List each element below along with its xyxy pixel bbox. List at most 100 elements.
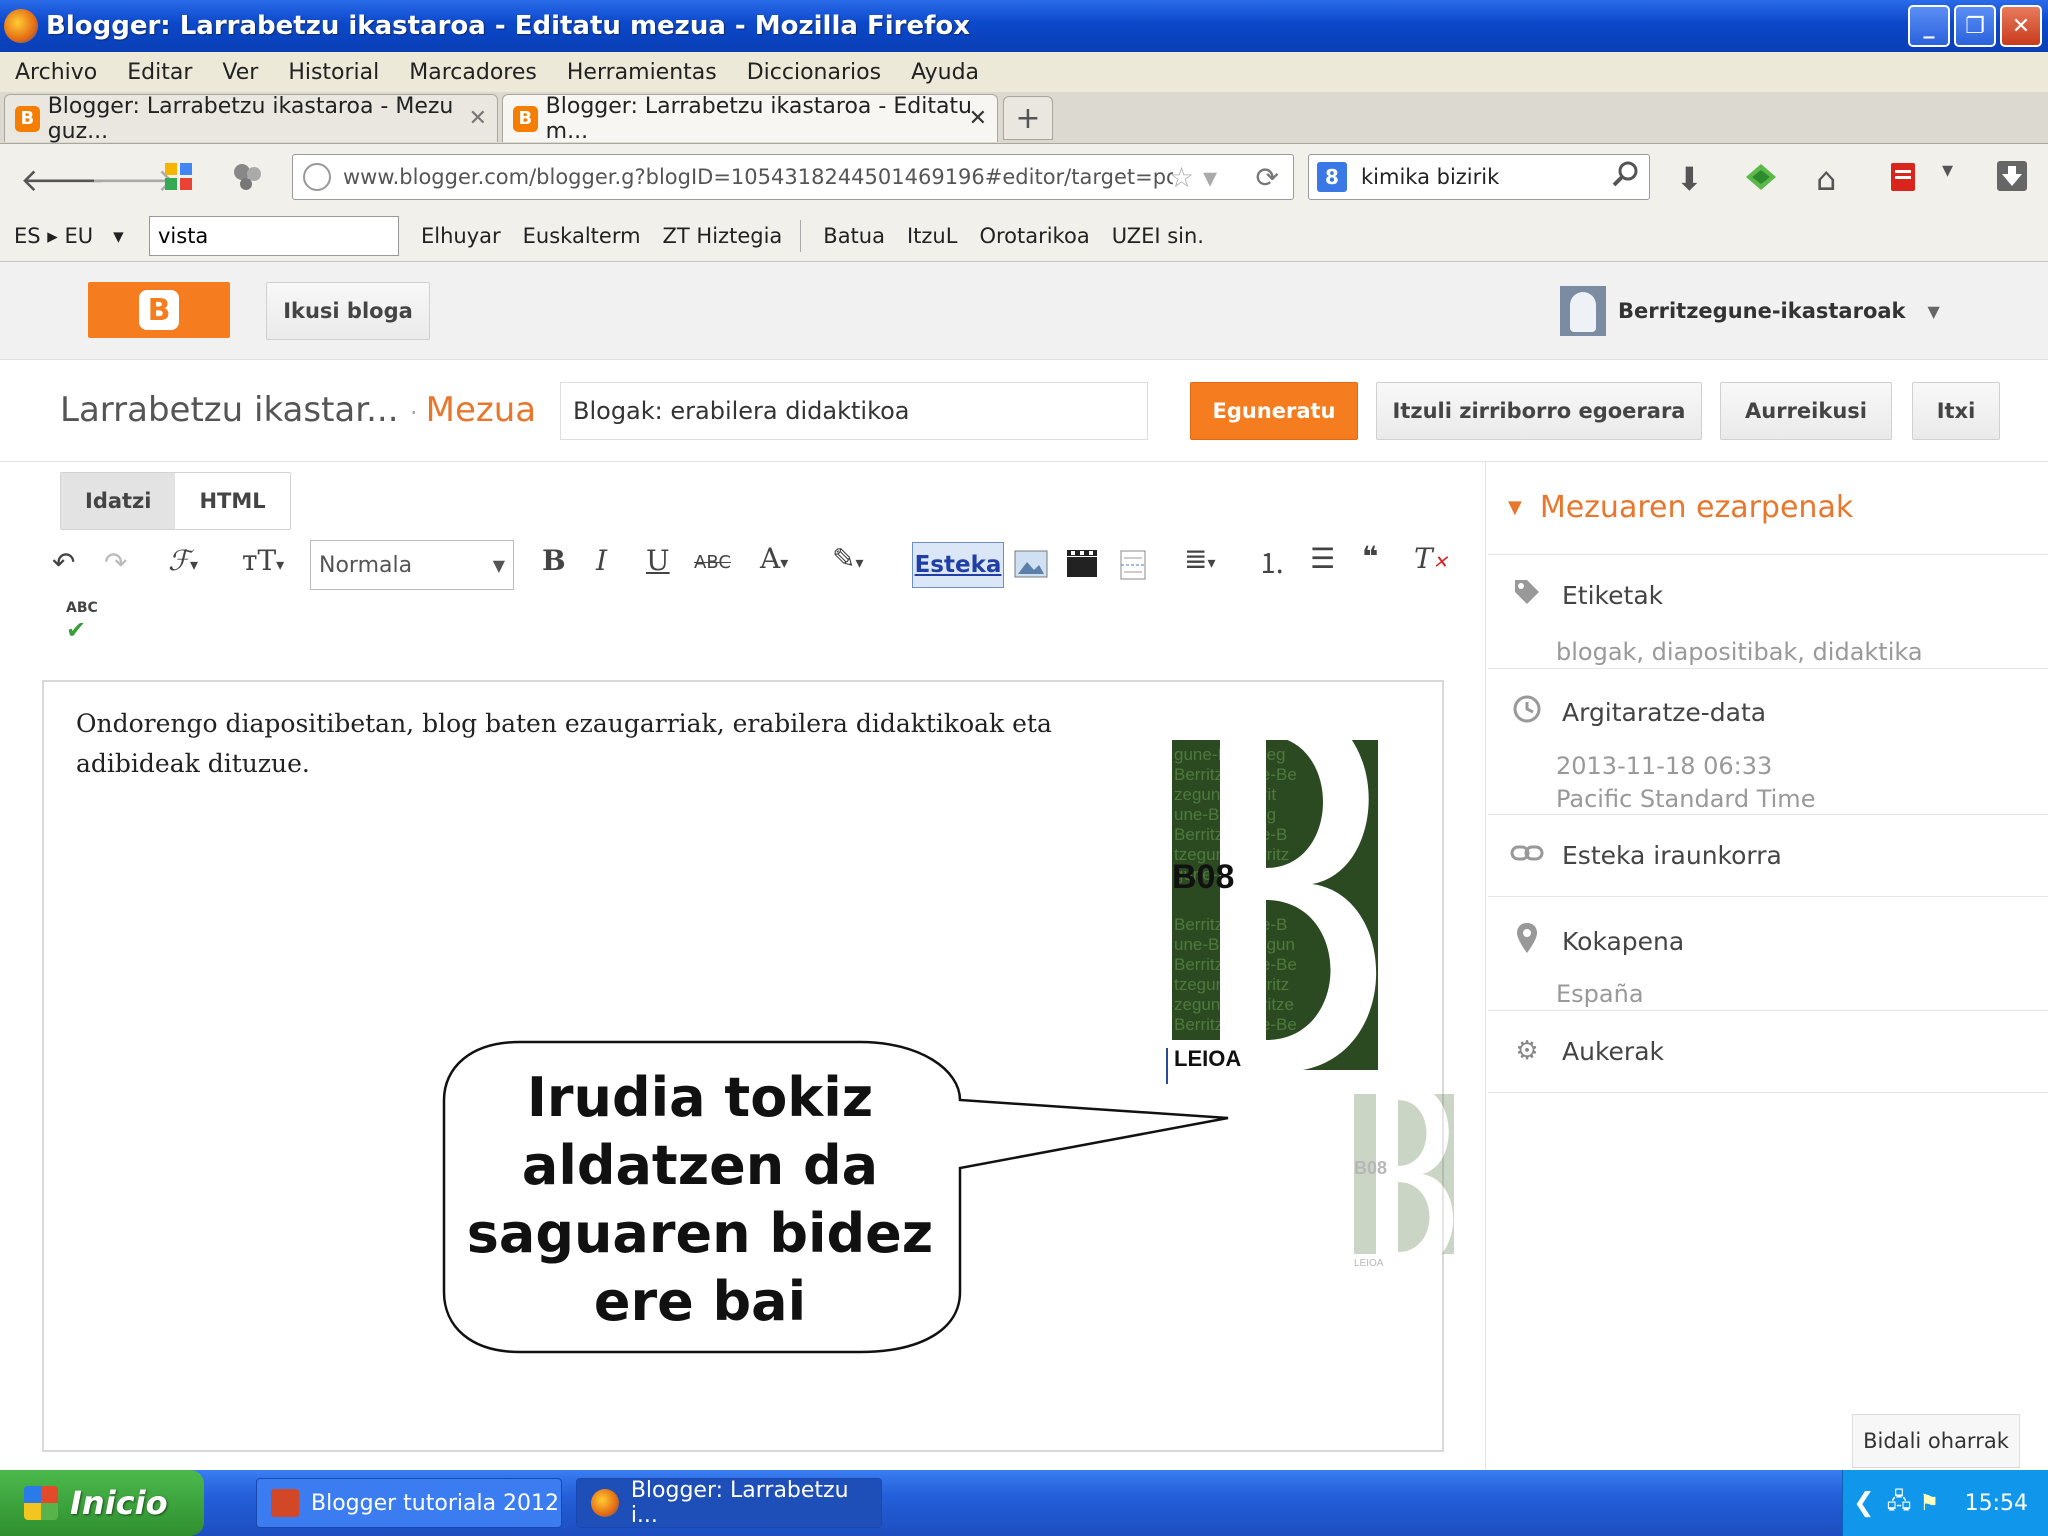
taskbar-item-firefox[interactable]: Blogger: Larrabetzu i...: [576, 1478, 882, 1528]
clock: 15:54: [1964, 1490, 2028, 1516]
send-feedback-button[interactable]: Bidali oharrak: [1852, 1414, 2020, 1468]
spell-check-icon[interactable]: ABC ✔: [66, 600, 98, 644]
divider: [800, 219, 802, 252]
options-setting[interactable]: ⚙ Aukerak: [1510, 1036, 2048, 1066]
bookmark-star-icon[interactable]: ☆ ▾: [1169, 161, 1217, 194]
menu-herramientas[interactable]: Herramientas: [567, 60, 717, 85]
home-icon[interactable]: ⌂: [1816, 160, 1836, 198]
maximize-button[interactable]: ❐: [1954, 5, 1996, 47]
taskbar-item-powerpoint[interactable]: Blogger tutoriala 2012: [256, 1478, 562, 1528]
site-identity-icon[interactable]: [303, 163, 331, 191]
new-tab-button[interactable]: +: [1003, 96, 1053, 140]
menu-ayuda[interactable]: Ayuda: [911, 60, 979, 85]
close-window-button[interactable]: ✕: [2000, 5, 2042, 47]
font-size-icon[interactable]: ᴛT▾: [242, 544, 284, 577]
link-button[interactable]: Esteka: [912, 542, 1004, 588]
insert-image-icon[interactable]: [1014, 550, 1048, 585]
revert-to-draft-button[interactable]: Itzuli zirriborro egoerara: [1376, 382, 1702, 440]
tab-mezu-guztiak[interactable]: B Blogger: Larrabetzu ikastaroa - Mezu g…: [4, 94, 498, 144]
labels-setting[interactable]: Etiketak: [1510, 578, 2048, 613]
dict-link-orotarikoa[interactable]: Orotarikoa: [979, 224, 1089, 248]
post-title-input[interactable]: Blogak: erabilera didaktikoa: [560, 382, 1148, 440]
dictionary-search-input[interactable]: [149, 215, 399, 256]
dict-link-itzul[interactable]: ItzuL: [907, 224, 957, 248]
dict-link-zt-hiztegia[interactable]: ZT Hiztegia: [663, 224, 783, 248]
text-color-icon[interactable]: A▾: [760, 542, 788, 575]
view-blog-button[interactable]: Ikusi bloga: [266, 282, 430, 340]
location-value: España: [1556, 980, 1644, 1008]
paragraph-format-select[interactable]: Normala ▼: [310, 540, 514, 590]
bulleted-list-icon[interactable]: ☰: [1310, 542, 1335, 575]
search-engine-icon[interactable]: 8: [1317, 162, 1347, 192]
pdf-icon[interactable]: [1890, 162, 1916, 200]
sync-icon[interactable]: [1744, 162, 1778, 200]
menubar: Archivo Editar Ver Historial Marcadores …: [0, 52, 2048, 92]
undo-icon[interactable]: ↶: [52, 546, 75, 579]
account-menu[interactable]: Berritzegune-ikastaroak ▼: [1560, 286, 1940, 336]
menu-chevron-down-icon[interactable]: ▾: [1942, 158, 1953, 183]
menu-editar[interactable]: Editar: [127, 60, 192, 85]
tab-editatu-mezua[interactable]: B Blogger: Larrabetzu ikastaroa - Editat…: [502, 94, 998, 144]
post-body-text[interactable]: Ondorengo diapositibetan, blog baten eza…: [76, 704, 1166, 784]
bold-icon[interactable]: B: [542, 544, 566, 577]
dict-link-elhuyar[interactable]: Elhuyar: [421, 224, 501, 248]
reload-icon[interactable]: ⟳: [1256, 161, 1279, 194]
underline-icon[interactable]: U: [646, 544, 670, 577]
tab-close-icon[interactable]: ✕: [469, 106, 487, 131]
remove-formatting-icon[interactable]: T✕: [1414, 542, 1448, 575]
close-editor-button[interactable]: Itxi: [1912, 382, 2000, 440]
addons-icon[interactable]: [232, 162, 264, 200]
minimize-button[interactable]: _: [1908, 5, 1950, 47]
download-manager-icon[interactable]: [1996, 160, 2028, 200]
highlight-color-icon[interactable]: ✎▾: [832, 542, 864, 575]
menu-diccionarios[interactable]: Diccionarios: [747, 60, 881, 85]
forward-arrow-icon[interactable]: 🡒: [90, 160, 176, 199]
antivirus-icon[interactable]: ⚑: [1919, 1491, 1939, 1516]
search-icon[interactable]: [1611, 160, 1639, 195]
dict-link-batua[interactable]: Batua: [823, 224, 885, 248]
insert-jump-break-icon[interactable]: [1118, 550, 1148, 587]
quote-icon[interactable]: ❝: [1362, 540, 1378, 573]
gear-icon: ⚙: [1515, 1036, 1539, 1066]
menu-archivo[interactable]: Archivo: [15, 60, 97, 85]
redo-icon[interactable]: ↷: [104, 546, 127, 579]
italic-icon[interactable]: I: [596, 544, 607, 577]
address-bar[interactable]: www.blogger.com/blogger.g?blogID=1054318…: [292, 154, 1294, 200]
strikethrough-icon[interactable]: ABC: [694, 552, 731, 573]
ghost-caption: LEIOA: [1354, 1258, 1384, 1269]
search-input[interactable]: kimika bizirik: [1361, 165, 1499, 189]
post-settings-header[interactable]: ▼ Mezuaren ezarpenak: [1508, 490, 1853, 525]
dict-link-euskalterm[interactable]: Euskalterm: [523, 224, 641, 248]
network-icon[interactable]: 🖧: [1887, 1484, 1912, 1522]
tab-html[interactable]: HTML: [175, 473, 289, 529]
location-setting[interactable]: Kokapena: [1510, 922, 2048, 961]
update-button[interactable]: Eguneratu: [1190, 382, 1358, 440]
tab-compose[interactable]: Idatzi: [61, 473, 176, 529]
insert-video-icon[interactable]: [1066, 548, 1098, 585]
chevron-down-icon: ▾: [113, 223, 124, 248]
url-text[interactable]: www.blogger.com/blogger.g?blogID=1054318…: [343, 165, 1173, 189]
publish-date-setting[interactable]: Argitaratze-data: [1510, 694, 2048, 731]
menu-ver[interactable]: Ver: [222, 60, 258, 85]
font-family-icon[interactable]: ℱ▾: [168, 544, 198, 577]
tag-icon: [1510, 578, 1544, 613]
permalink-setting[interactable]: Esteka iraunkorra: [1510, 840, 2048, 870]
post-image-b08[interactable]: gune-Berritzeg Berritzegune-Be zegune-Be…: [1172, 700, 1378, 1072]
map-pin-icon: [1510, 922, 1544, 961]
align-icon[interactable]: ≣▾: [1184, 542, 1216, 575]
start-button[interactable]: Inicio: [0, 1470, 204, 1536]
preview-button[interactable]: Aurreikusi: [1720, 382, 1892, 440]
blogger-logo[interactable]: B: [88, 282, 230, 338]
downloads-arrow-icon[interactable]: ⬇: [1676, 160, 1703, 198]
language-pair-select[interactable]: ES ▸ EU ▾: [14, 224, 149, 248]
menu-historial[interactable]: Historial: [288, 60, 379, 85]
tab-close-icon[interactable]: ✕: [969, 106, 987, 131]
tray-expand-icon[interactable]: ❮: [1853, 1488, 1875, 1518]
numbered-list-icon[interactable]: ⒈: [1258, 542, 1286, 582]
dict-link-uzei[interactable]: UZEI sin.: [1112, 224, 1204, 248]
task-label: Blogger tutoriala 2012: [311, 1490, 560, 1516]
search-bar[interactable]: 8 kimika bizirik: [1308, 154, 1650, 200]
menu-marcadores[interactable]: Marcadores: [409, 60, 537, 85]
apps-grid-icon[interactable]: [164, 162, 194, 200]
blog-name[interactable]: Larrabetzu ikastar...: [60, 390, 399, 430]
